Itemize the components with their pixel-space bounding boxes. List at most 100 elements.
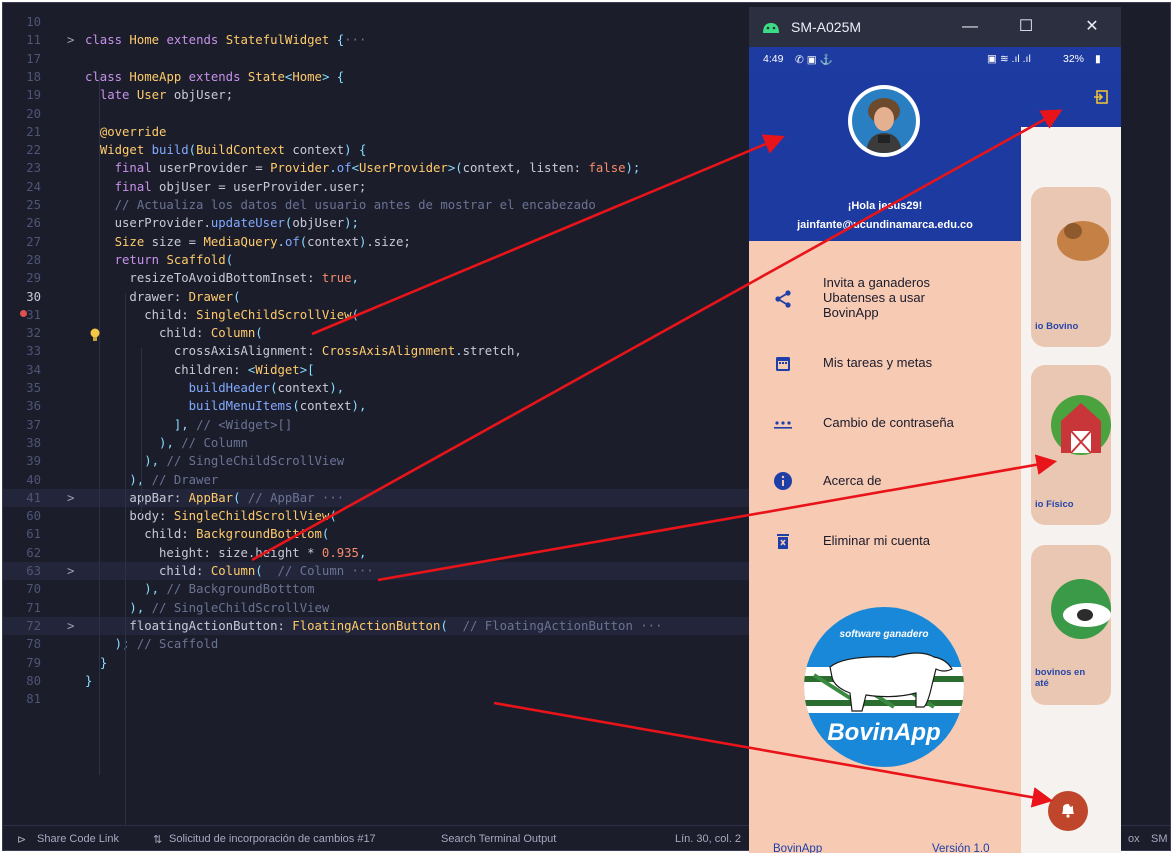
fab-button[interactable] xyxy=(1048,791,1088,831)
menu-item-label: Acerca de xyxy=(823,473,882,488)
line-number: 17 xyxy=(26,51,41,66)
battery-icon: ▮ xyxy=(1095,53,1101,65)
remote-icon[interactable]: ⊳ xyxy=(17,833,26,846)
lightbulb-icon[interactable] xyxy=(90,328,100,342)
minimize-button[interactable]: — xyxy=(955,15,985,39)
code-text: return Scaffold( xyxy=(114,252,234,267)
pull-request-icon: ⇅ xyxy=(153,834,163,846)
code-text: ); // Scaffold xyxy=(114,637,219,652)
password-icon xyxy=(774,421,792,429)
trash-icon xyxy=(777,534,789,549)
menu-item-label: Mis tareas y metas xyxy=(823,355,933,370)
code-text: } xyxy=(99,655,108,670)
line-number: 33 xyxy=(26,344,41,359)
line-number: 18 xyxy=(26,69,41,84)
line-number: 20 xyxy=(26,106,41,121)
line-number: 63 xyxy=(26,564,41,578)
menu-item-delete-account[interactable]: Eliminar mi cuenta xyxy=(749,515,1021,567)
android-status-bar: 4:49 ✆ ▣ ⚓ ▣ ≋ .ıl .ıl 32% ▮ xyxy=(749,47,1121,71)
bovinapp-logo: software ganadero BovinApp xyxy=(804,607,964,767)
code-text: drawer: Drawer( xyxy=(85,289,241,304)
calendar-icon xyxy=(776,357,790,371)
code-text: Widget build(BuildContext context) { xyxy=(99,143,367,158)
code-text: ), // BackgroundBotttom xyxy=(144,582,315,597)
home-body: io Bovino io Físico bovinos en até xyxy=(1021,127,1121,853)
status-item-sm[interactable]: SM xyxy=(1151,833,1168,845)
menu-item-password[interactable]: Cambio de contraseña xyxy=(749,397,1021,449)
add-alert-icon xyxy=(1062,803,1074,818)
code-text: class HomeApp extends State<Home> { xyxy=(85,69,345,84)
code-text: @override xyxy=(99,124,167,139)
greeting-text: ¡Hola jesus29! xyxy=(847,200,923,212)
line-number: 28 xyxy=(26,252,41,267)
emulator-title-bar: SM-A025M — ☐ ✕ xyxy=(749,7,1121,47)
code-line[interactable]: 41 > appBar: AppBar( // AppBar ··· xyxy=(3,488,763,507)
status-item-ox[interactable]: ox xyxy=(1128,833,1140,845)
code-text: ), // SingleChildScrollView xyxy=(129,600,330,615)
fold-chevron-icon[interactable]: > xyxy=(67,489,74,507)
menu-item-invite[interactable]: Invita a ganaderos Ubatenses a usar Bovi… xyxy=(749,267,1021,329)
indent-guide xyxy=(99,75,100,775)
line-number: 11 xyxy=(26,33,41,48)
code-text: floatingActionButton: FloatingActionButt… xyxy=(85,618,663,633)
code-text: ), // SingleChildScrollView xyxy=(144,454,345,469)
share-icon xyxy=(775,290,791,308)
line-number: 78 xyxy=(26,637,41,652)
breakpoint-icon[interactable] xyxy=(20,310,27,317)
notification-icons: ✆ ▣ ⚓ xyxy=(795,54,833,66)
line-number: 80 xyxy=(26,673,41,688)
line-number: 36 xyxy=(26,399,41,414)
menu-item-label: Invita a ganaderos Ubatenses a usar Bovi… xyxy=(823,275,930,320)
maximize-button[interactable]: ☐ xyxy=(1011,15,1041,39)
code-line[interactable]: 72 > floatingActionButton: FloatingAction… xyxy=(3,616,763,635)
line-number: 26 xyxy=(26,216,41,231)
line-number: 29 xyxy=(26,271,41,286)
menu-item-tasks[interactable]: Mis tareas y metas xyxy=(749,337,1021,389)
tile-inventario-fisico[interactable]: io Físico xyxy=(1031,365,1111,525)
fold-chevron-icon[interactable]: > xyxy=(67,31,74,49)
code-text: child: Column( // Column ··· xyxy=(85,564,374,578)
line-number: 23 xyxy=(26,161,41,176)
line-number: 37 xyxy=(26,417,41,432)
emulator-title: SM-A025M xyxy=(791,19,862,35)
android-icon xyxy=(763,23,779,33)
code-line[interactable]: 63 > child: Column( // Column ··· xyxy=(3,562,763,580)
search-terminal-output[interactable]: Search Terminal Output xyxy=(441,833,556,845)
line-number: 35 xyxy=(26,381,41,395)
menu-item-about[interactable]: Acerca de xyxy=(749,455,1021,507)
phone-screen: 4:49 ✆ ▣ ⚓ ▣ ≋ .ıl .ıl 32% ▮ io Bovino i… xyxy=(749,47,1121,853)
pull-request-link[interactable]: Solicitud de incorporación de cambios #1… xyxy=(169,833,376,845)
code-text: } xyxy=(85,673,93,688)
tile-label: bovinos en até xyxy=(1035,667,1086,689)
line-number: 60 xyxy=(26,509,41,524)
line-number: 79 xyxy=(26,655,41,670)
line-number: 30 xyxy=(26,289,41,304)
code-text: body: SingleChildScrollView( xyxy=(85,509,337,524)
tile-bovinos-en-hato[interactable]: bovinos en até xyxy=(1031,545,1111,705)
code-text: buildHeader(context), xyxy=(188,381,345,395)
code-text: height: size.height * 0.935, xyxy=(85,545,367,560)
user-email: jainfante@ucundinamarca.edu.co xyxy=(797,219,973,231)
info-icon xyxy=(774,472,792,490)
logo-tagline: software ganadero xyxy=(839,629,929,640)
close-button[interactable]: ✕ xyxy=(1077,15,1107,39)
line-number: 62 xyxy=(26,545,41,560)
code-text: child: SingleChildScrollView( xyxy=(85,307,359,322)
code-text: userProvider.updateUser(objUser); xyxy=(85,216,359,231)
fold-chevron-icon[interactable]: > xyxy=(67,562,74,580)
line-number: 10 xyxy=(26,15,41,29)
line-number: 41 xyxy=(26,490,41,505)
line-number: 72 xyxy=(26,618,41,633)
line-number: 27 xyxy=(26,234,41,249)
signal-icons: ▣ ≋ .ıl .ıl xyxy=(987,53,1031,65)
clock: 4:49 xyxy=(763,53,784,65)
fold-chevron-icon[interactable]: > xyxy=(67,617,74,635)
tile-ganado-bovino[interactable]: io Bovino xyxy=(1031,187,1111,347)
menu-item-label: Eliminar mi cuenta xyxy=(823,533,930,548)
share-code-link[interactable]: Share Code Link xyxy=(37,833,119,845)
logout-icon[interactable] xyxy=(1093,89,1109,105)
cursor-position[interactable]: Lín. 30, col. 2 xyxy=(675,833,741,845)
code-text: child: BackgroundBotttom( xyxy=(85,527,330,542)
user-photo xyxy=(866,98,902,153)
cattle-icon xyxy=(1057,221,1109,261)
